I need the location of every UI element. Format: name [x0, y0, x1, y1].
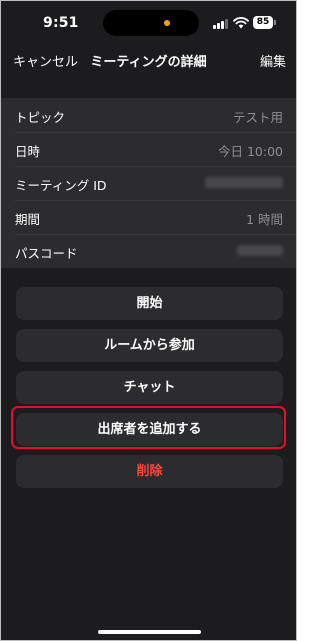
page-title: ミーティングの詳細	[90, 55, 207, 70]
status-time: 9:51	[43, 15, 79, 31]
edit-button[interactable]: 編集	[260, 51, 286, 70]
delete-button[interactable]: 削除	[16, 455, 283, 488]
join-from-room-button[interactable]: ルームから参加	[16, 329, 283, 362]
phone-screen: 9:51 85 キャンセル ミーティングの詳細 編集 トピック テスト用 日時 …	[0, 0, 297, 641]
topic-value: テスト用	[232, 110, 283, 125]
detail-row-passcode: パスコード	[1, 234, 296, 268]
battery-icon: 85	[253, 16, 273, 29]
start-button[interactable]: 開始	[16, 287, 283, 320]
detail-row-meeting-id: ミーティング ID	[1, 166, 296, 200]
meeting-id-label: ミーティング ID	[15, 178, 107, 193]
home-indicator[interactable]	[98, 630, 201, 634]
meeting-details-list: トピック テスト用 日時 今日 10:00 ミーティング ID 期間 1 時間 …	[1, 98, 296, 268]
cellular-signal-icon	[213, 18, 229, 29]
detail-row-duration: 期間 1 時間	[1, 200, 296, 234]
battery-level: 85	[256, 17, 270, 27]
datetime-value: 今日 10:00	[218, 144, 283, 159]
navigation-bar: キャンセル ミーティングの詳細 編集	[1, 45, 296, 75]
duration-label: 期間	[15, 212, 41, 227]
passcode-label: パスコード	[15, 246, 78, 261]
wifi-icon	[233, 17, 249, 29]
highlight-frame	[11, 406, 286, 449]
passcode-value-redacted	[237, 245, 283, 256]
datetime-label: 日時	[15, 144, 41, 159]
status-bar: 9:51 85	[1, 1, 296, 45]
battery-tip	[274, 20, 276, 25]
duration-value: 1 時間	[246, 212, 283, 227]
chat-button[interactable]: チャット	[16, 371, 283, 404]
dynamic-island	[103, 10, 199, 36]
camera-indicator-icon	[164, 20, 170, 26]
detail-row-topic: トピック テスト用	[1, 98, 296, 132]
meeting-id-value-redacted	[205, 177, 283, 188]
topic-label: トピック	[15, 110, 66, 125]
detail-row-datetime: 日時 今日 10:00	[1, 132, 296, 166]
